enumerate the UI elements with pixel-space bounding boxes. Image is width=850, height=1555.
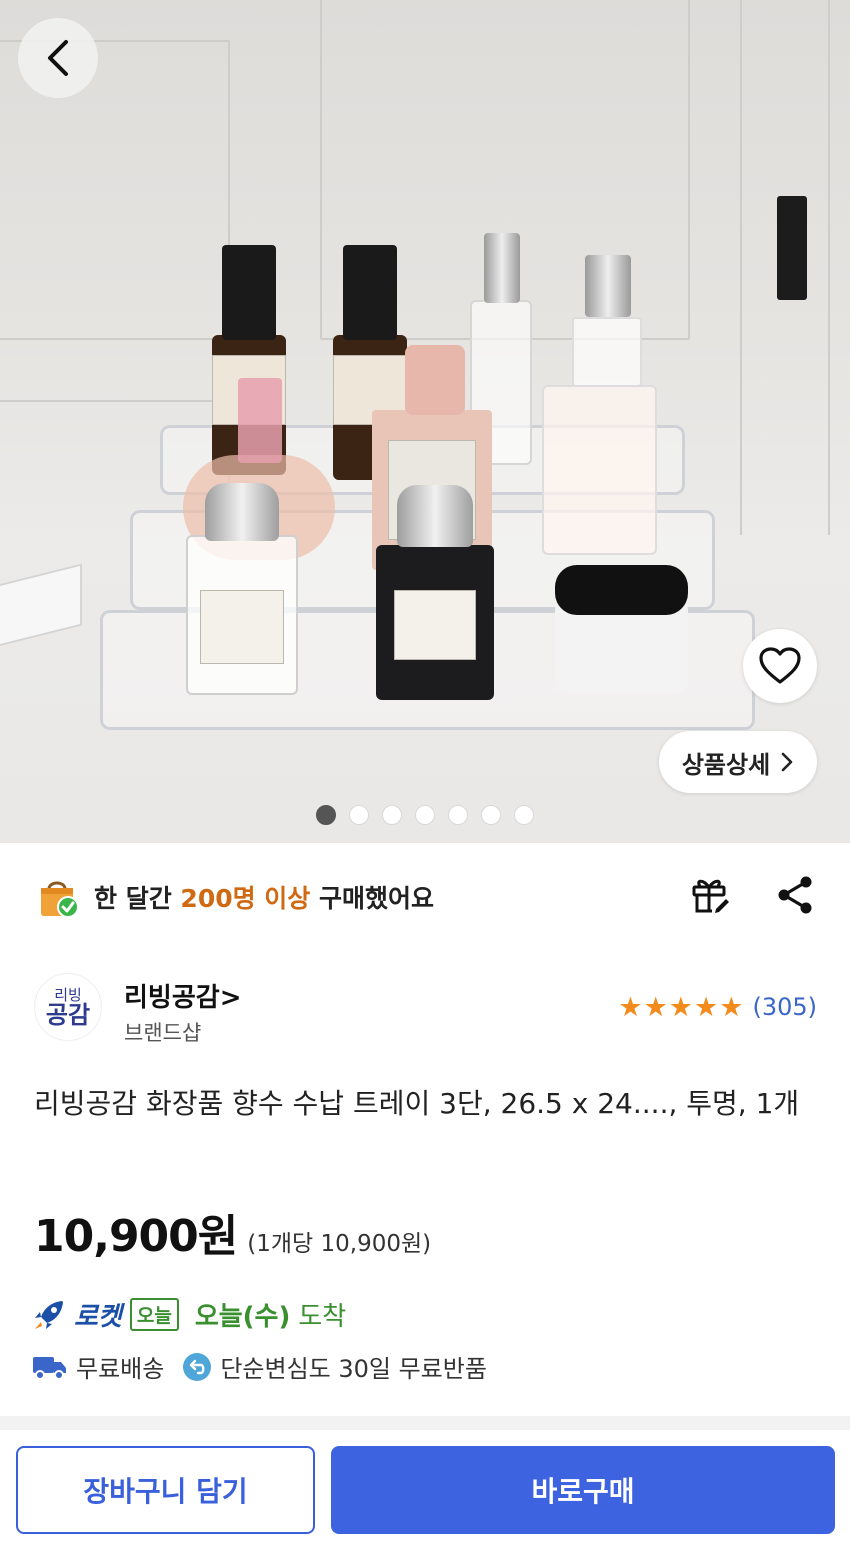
gift-icon xyxy=(692,879,729,913)
product-detail-button[interactable]: 상품상세 xyxy=(659,731,817,793)
star-icon: ★ xyxy=(668,991,694,1023)
add-to-cart-button[interactable]: 장바구니 담기 xyxy=(16,1446,315,1534)
pink-box-cap xyxy=(405,345,465,415)
seller-logo-line2: 공감 xyxy=(45,1000,91,1029)
share-icon xyxy=(778,876,812,914)
star-icon: ★ xyxy=(694,991,719,1023)
product-image-carousel[interactable]: 상품상세 xyxy=(0,0,850,843)
carousel-dot[interactable] xyxy=(415,805,435,825)
benefits-row: 무료배송 단순변심도 30일 무료반품 xyxy=(32,1349,487,1384)
review-count: (305) xyxy=(752,993,817,1021)
seller-logo[interactable]: 리빙 공감 xyxy=(34,973,102,1041)
bottom-action-bar: 장바구니 담기 바로구매 xyxy=(0,1430,850,1555)
carousel-dot[interactable] xyxy=(316,805,336,825)
pink-perfume-neck xyxy=(238,378,282,463)
buy-now-label: 바로구매 xyxy=(531,1475,635,1508)
chevron-left-icon xyxy=(48,40,68,76)
jo-malone-label-front-dark xyxy=(394,590,476,660)
star-icon: ★ xyxy=(719,991,744,1023)
social-proof-suffix: 구매했어요 xyxy=(310,884,435,913)
carousel-dot[interactable] xyxy=(448,805,468,825)
today-badge: 오늘 xyxy=(129,1298,179,1331)
carousel-dot[interactable] xyxy=(349,805,369,825)
add-to-cart-label: 장바구니 담기 xyxy=(83,1475,248,1508)
seller-row: 리빙 공감 리빙공감> 브랜드샵 ★ ★ ★ ★ ★ (305) xyxy=(0,965,850,1055)
star-icon: ★ xyxy=(618,991,643,1023)
free-shipping-label: 무료배송 xyxy=(76,1355,165,1383)
gift-share-button[interactable] xyxy=(690,875,730,919)
aesop-cap-left xyxy=(222,245,276,340)
jo-malone-cap-front-left xyxy=(205,483,279,541)
section-divider xyxy=(0,1416,850,1430)
back-button[interactable] xyxy=(18,18,98,98)
seller-name: 리빙공감 xyxy=(124,983,220,1013)
seller-chevron: > xyxy=(219,983,242,1013)
jo-malone-cap-front-dark xyxy=(397,485,473,547)
social-proof-highlight: 200명 이상 xyxy=(180,884,311,913)
rocket-label: 로켓 xyxy=(74,1302,122,1332)
jo-malone-cap-back xyxy=(484,233,520,303)
product-price: 10,900원 xyxy=(34,1211,238,1262)
miss-dior-bottle xyxy=(542,385,657,555)
heart-icon xyxy=(759,647,801,684)
delivery-row: 로켓 오늘 오늘(수) 도착 xyxy=(32,1296,346,1333)
price-row: 10,900원 (1개당 10,900원) xyxy=(34,1200,431,1264)
return-icon xyxy=(183,1352,212,1381)
product-title: 리빙공감 화장품 향수 수납 트레이 3단, 26.5 x 24...., 투명… xyxy=(34,1087,800,1120)
miss-dior-neck xyxy=(572,317,642,387)
rocket-icon xyxy=(35,1300,63,1329)
social-proof-row: 한 달간 200명 이상 구매했어요 xyxy=(0,843,850,951)
share-button[interactable] xyxy=(776,875,814,919)
social-proof-prefix: 한 달간 xyxy=(94,884,181,913)
miss-dior-cap xyxy=(585,255,631,317)
wishlist-button[interactable] xyxy=(743,629,817,703)
jo-malone-label-front-left xyxy=(200,590,284,664)
social-actions xyxy=(690,875,814,919)
carousel-dot[interactable] xyxy=(514,805,534,825)
free-return-label: 단순변심도 30일 무료반품 xyxy=(220,1355,487,1383)
seller-subtitle: 브랜드샵 xyxy=(124,1021,202,1045)
seller-name-link[interactable]: 리빙공감> xyxy=(124,977,241,1014)
arrival-text: 도착 xyxy=(298,1302,347,1332)
chevron-right-icon xyxy=(781,752,793,772)
unit-price: (1개당 10,900원) xyxy=(247,1231,432,1257)
carousel-dot[interactable] xyxy=(481,805,501,825)
carousel-indicator xyxy=(0,805,850,827)
social-proof-text: 한 달간 200명 이상 구매했어요 xyxy=(94,879,690,915)
buy-now-button[interactable]: 바로구매 xyxy=(331,1446,835,1534)
arrival-date: 오늘(수) xyxy=(194,1302,291,1332)
carousel-dot[interactable] xyxy=(382,805,402,825)
shopping-bag-check-icon xyxy=(36,875,80,919)
door-hinge xyxy=(777,196,807,300)
cream-jar-lid xyxy=(555,565,688,615)
rating-summary[interactable]: ★ ★ ★ ★ ★ (305) xyxy=(618,993,817,1021)
star-icon: ★ xyxy=(643,991,668,1023)
truck-icon xyxy=(33,1356,66,1380)
product-detail-label: 상품상세 xyxy=(681,750,771,779)
aesop-cap-right xyxy=(343,245,397,340)
